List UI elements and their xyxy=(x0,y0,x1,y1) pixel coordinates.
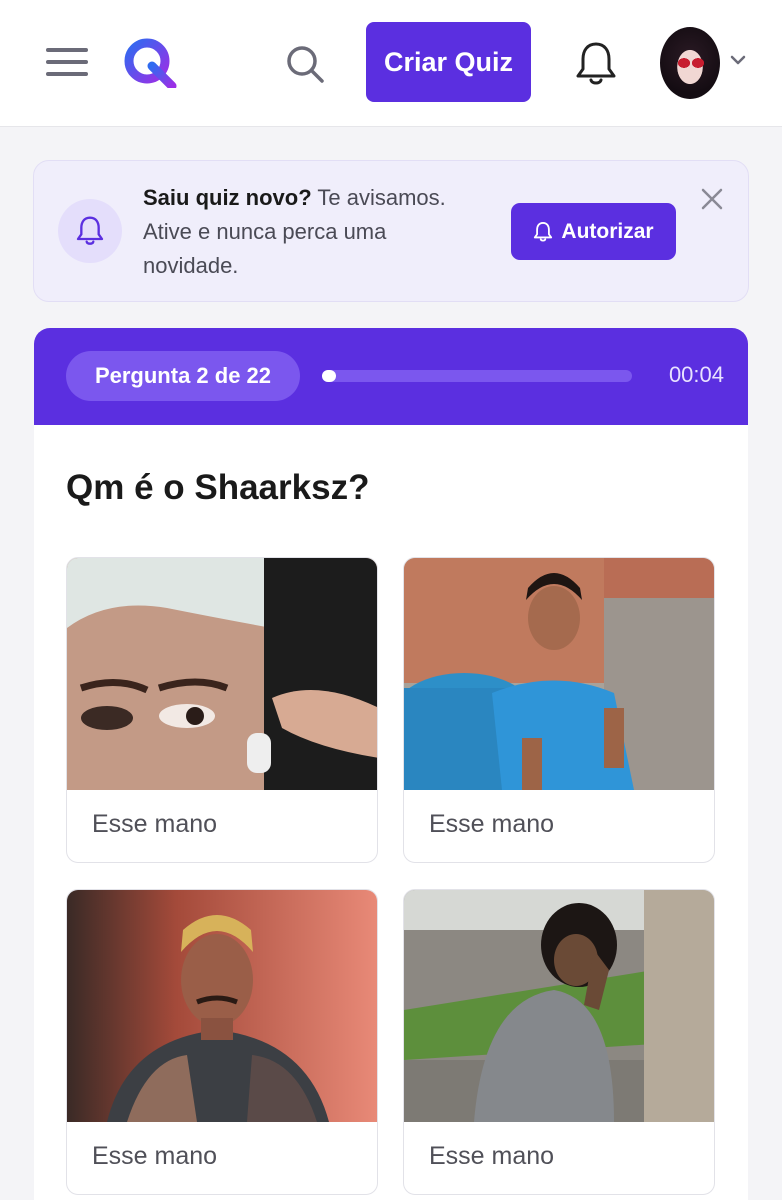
answer-option[interactable]: Esse mano xyxy=(66,889,378,1195)
close-icon[interactable] xyxy=(700,187,724,211)
answer-photo xyxy=(67,558,377,790)
answer-photo xyxy=(67,890,377,1122)
banner-bell-badge xyxy=(58,199,122,263)
answer-photo xyxy=(404,890,714,1122)
notification-banner: Saiu quiz novo? Te avisamos. Ative e nun… xyxy=(33,160,749,302)
authorize-button[interactable]: Autorizar xyxy=(511,203,676,260)
bell-icon[interactable] xyxy=(574,40,618,88)
chevron-down-icon[interactable] xyxy=(730,54,746,66)
quiz-header: Pergunta 2 de 22 00:04 xyxy=(34,328,748,425)
search-icon[interactable] xyxy=(284,43,326,85)
top-header: Criar Quiz xyxy=(0,0,782,127)
answer-label: Esse mano xyxy=(92,1142,218,1170)
banner-title: Saiu quiz novo? xyxy=(143,185,312,210)
answer-label: Esse mano xyxy=(92,810,218,838)
answer-label: Esse mano xyxy=(429,1142,555,1170)
answer-option[interactable]: Esse mano xyxy=(403,889,715,1195)
timer: 00:04 xyxy=(668,362,724,387)
answer-option[interactable]: Esse mano xyxy=(66,557,378,863)
menu-icon[interactable] xyxy=(46,46,88,78)
banner-message: Saiu quiz novo? Te avisamos. Ative e nun… xyxy=(143,181,483,283)
answer-label: Esse mano xyxy=(429,810,555,838)
bell-icon xyxy=(534,221,553,242)
logo-icon[interactable] xyxy=(122,36,178,88)
answer-option[interactable]: Esse mano xyxy=(403,557,715,863)
question-title: Qm é o Shaarksz? xyxy=(66,468,370,507)
answer-photo xyxy=(404,558,714,790)
progress-fill xyxy=(322,370,336,382)
question-counter: Pergunta 2 de 22 xyxy=(66,351,300,401)
create-quiz-button[interactable]: Criar Quiz xyxy=(366,22,531,102)
bell-icon xyxy=(76,216,104,245)
authorize-label: Autorizar xyxy=(561,219,654,243)
avatar[interactable] xyxy=(660,27,720,99)
quiz-card: Pergunta 2 de 22 00:04 Qm é o Shaarksz? … xyxy=(34,328,748,1200)
progress-bar xyxy=(322,370,632,382)
